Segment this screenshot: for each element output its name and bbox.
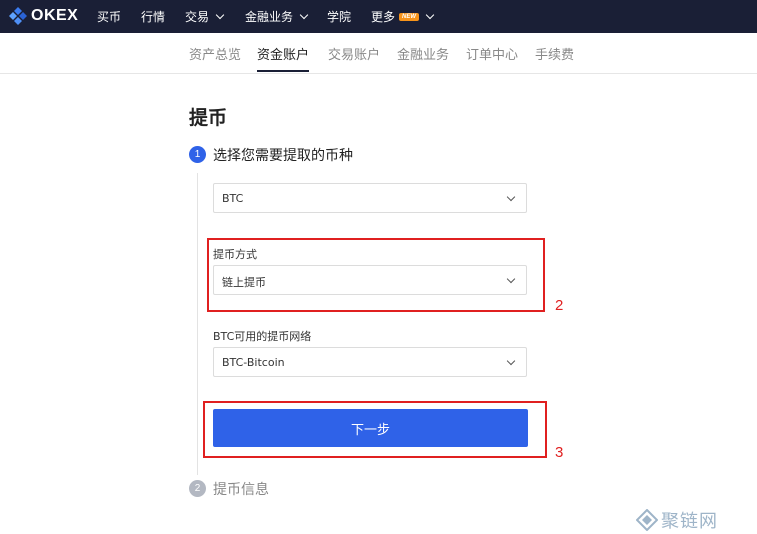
nav-label: 学院 [327,10,352,24]
nav-trade[interactable]: 交易 [185,8,225,25]
watermark-logo-icon [636,509,658,531]
chevron-down-icon [215,10,225,20]
nav-finance[interactable]: 金融业务 [245,8,309,25]
network-select-value: BTC-Bitcoin [222,356,285,369]
tab-finance[interactable]: 金融业务 [397,44,449,63]
chevron-down-icon [506,192,516,202]
coin-select-value: BTC [222,192,244,205]
watermark-text: 聚链网 [661,511,718,532]
new-badge: NEW [399,12,420,21]
nav-markets[interactable]: 行情 [141,8,165,25]
nav-label: 更多 [371,10,396,24]
tab-funding-account[interactable]: 资金账户 [257,44,309,63]
annotation-number: 3 [555,444,564,461]
nav-more[interactable]: 更多 NEW [371,8,435,25]
tab-asset-overview[interactable]: 资产总览 [189,44,241,63]
nav-label: 交易 [185,10,210,24]
nav-buy-crypto[interactable]: 买币 [97,8,121,25]
nav-label: 金融业务 [245,10,294,24]
step-2-indicator: 2 [189,480,206,497]
account-subnav: 资产总览 资金账户 交易账户 金融业务 订单中心 手续费 [0,33,757,74]
okex-logo-icon [9,7,27,25]
nav-label: 行情 [141,10,166,24]
network-select[interactable]: BTC-Bitcoin [213,347,527,377]
chevron-down-icon [425,10,435,20]
tab-fees[interactable]: 手续费 [535,44,574,63]
active-tab-indicator [257,70,309,72]
watermark: 聚链网 [636,507,718,533]
chevron-down-icon [506,356,516,366]
okex-logo[interactable]: OKEX [8,6,78,26]
nav-academy[interactable]: 学院 [327,8,351,25]
brand-name: OKEX [31,7,79,24]
step-connector-line [197,173,198,475]
chevron-down-icon [299,10,309,20]
tab-order-center[interactable]: 订单中心 [466,44,518,63]
annotation-box-next [203,401,547,458]
page-title: 提币 [189,107,228,129]
coin-select[interactable]: BTC [213,183,527,213]
step-1-label: 选择您需要提取的币种 [213,148,353,164]
step-1-indicator: 1 [189,146,206,163]
annotation-box-method [207,238,545,312]
network-label: BTC可用的提币网络 [213,330,312,343]
nav-label: 买币 [97,10,122,24]
annotation-number: 2 [555,297,564,314]
tab-trading-account[interactable]: 交易账户 [328,44,380,63]
top-navbar: OKEX 买币 行情 交易 金融业务 学院 更多 NEW [0,0,757,33]
step-2-label: 提币信息 [213,482,269,498]
